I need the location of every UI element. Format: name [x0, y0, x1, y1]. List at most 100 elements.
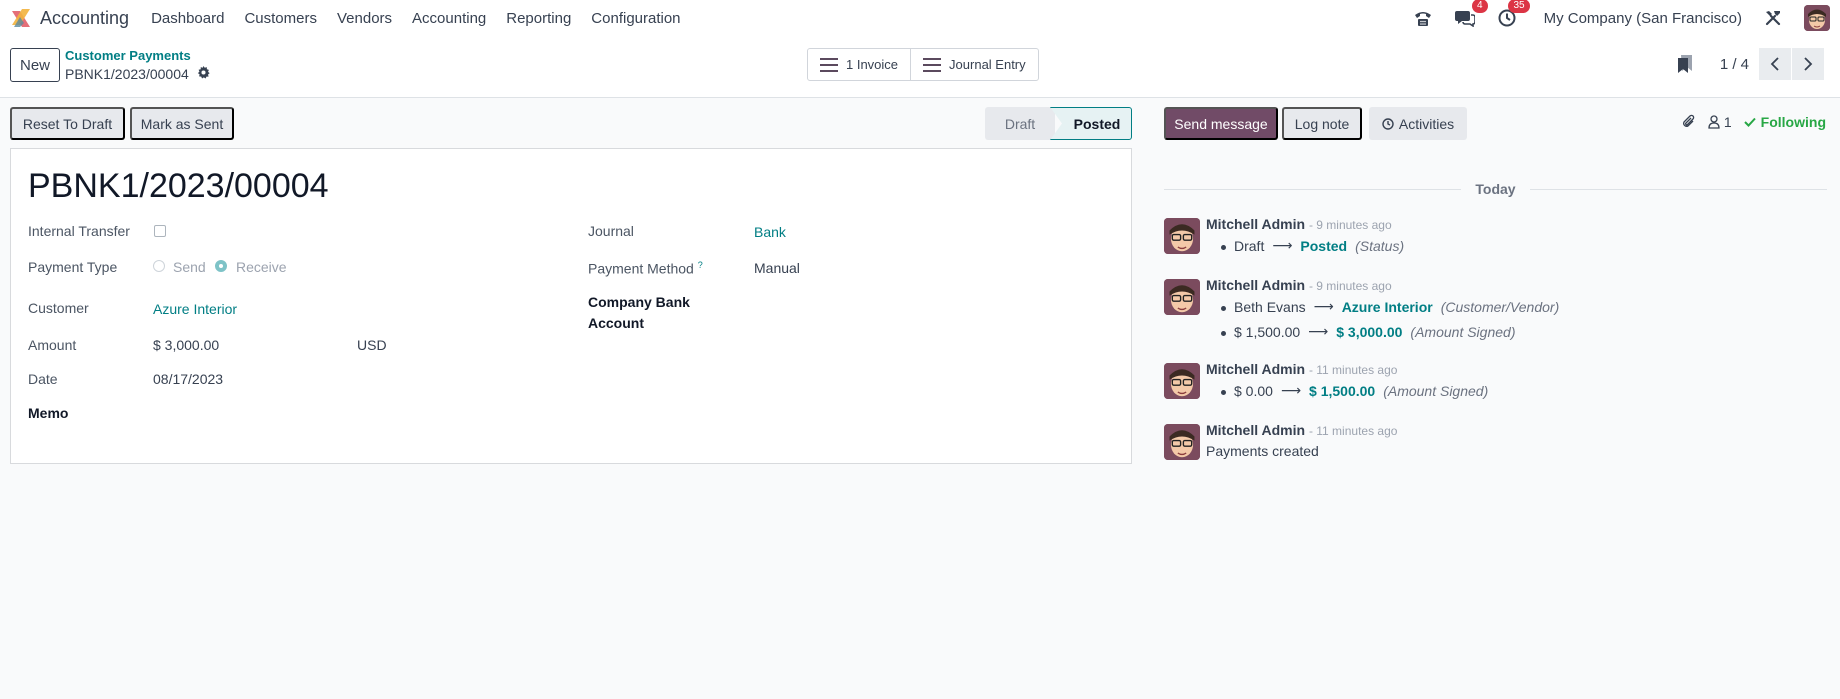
- activities-button-label: Activities: [1398, 115, 1455, 132]
- message-time: - 11 minutes ago: [1308, 363, 1398, 377]
- date-field[interactable]: 08/17/2023: [153, 371, 223, 387]
- send-message-button[interactable]: Send message: [1164, 107, 1278, 140]
- menu-configuration[interactable]: Configuration: [591, 10, 680, 27]
- date-separator: Today: [1164, 180, 1828, 198]
- menu-reporting[interactable]: Reporting: [506, 10, 571, 27]
- date-label: Date: [28, 371, 58, 387]
- author-avatar[interactable]: [1164, 218, 1200, 254]
- record-title: PBNK1/2023/00004: [28, 167, 329, 205]
- smart-buttons: 1 Invoice Journal Entry: [807, 48, 1039, 81]
- author-name[interactable]: Mitchell Admin: [1206, 216, 1305, 232]
- following-label: Following: [1760, 114, 1826, 130]
- message-author: Mitchell Admin - 11 minutes ago: [1206, 422, 1397, 438]
- author-avatar[interactable]: [1164, 363, 1200, 399]
- following-button[interactable]: Following: [1743, 114, 1826, 130]
- paperclip-icon[interactable]: [1682, 114, 1696, 130]
- chatter-topbar-right: 1 Following: [1682, 114, 1826, 130]
- customer-field[interactable]: Azure Interior: [153, 301, 237, 317]
- tracking-new-value: Posted: [1300, 237, 1348, 254]
- menu-vendors[interactable]: Vendors: [337, 10, 392, 27]
- breadcrumb-customer-payments[interactable]: Customer Payments: [65, 48, 191, 63]
- amount-field[interactable]: $ 3,000.00: [153, 337, 219, 353]
- user-icon: [1708, 115, 1720, 129]
- status-posted[interactable]: Posted: [1050, 107, 1132, 140]
- new-button[interactable]: New: [10, 48, 60, 82]
- clock-icon: [1382, 117, 1394, 130]
- author-avatar[interactable]: [1164, 424, 1200, 460]
- help-tooltip-icon[interactable]: ?: [698, 260, 703, 270]
- check-icon: [1743, 117, 1756, 127]
- internal-transfer-label: Internal Transfer: [28, 223, 130, 239]
- author-name[interactable]: Mitchell Admin: [1206, 422, 1305, 438]
- menu-dashboard[interactable]: Dashboard: [151, 10, 224, 27]
- pager: 1 / 4: [1677, 48, 1824, 80]
- activities-badge: 35: [1508, 0, 1530, 13]
- message-time: - 9 minutes ago: [1308, 218, 1392, 232]
- message-time: - 9 minutes ago: [1308, 279, 1392, 293]
- arrow-right-icon: ⟶: [1313, 298, 1334, 314]
- pager-previous-button[interactable]: [1759, 48, 1791, 80]
- payment-method-label: Payment Method ?: [588, 260, 703, 277]
- message-author: Mitchell Admin - 9 minutes ago: [1206, 216, 1392, 232]
- arrow-right-icon: ⟶: [1280, 382, 1302, 398]
- user-avatar[interactable]: [1804, 5, 1830, 31]
- message-body: Payments created: [1206, 443, 1319, 459]
- accounting-logo-icon[interactable]: [10, 7, 32, 29]
- menu-customers[interactable]: Customers: [244, 10, 317, 27]
- internal-transfer-checkbox[interactable]: [154, 225, 166, 237]
- tracking-old-value: $ 0.00: [1234, 382, 1273, 399]
- payment-method-field[interactable]: Manual: [754, 260, 800, 276]
- tracking-old-value: Beth Evans: [1234, 298, 1306, 315]
- pager-value[interactable]: 1 / 4: [1720, 56, 1749, 73]
- tracking-old-value: Draft: [1234, 237, 1265, 254]
- debug-tools-icon[interactable]: [1762, 7, 1784, 29]
- tracking-line: Draft ⟶ Posted (Status): [1220, 237, 1404, 254]
- followers-count: 1: [1723, 114, 1732, 130]
- status-draft[interactable]: Draft: [985, 107, 1055, 140]
- payment-type-receive-radio[interactable]: [215, 260, 227, 272]
- pager-next-button[interactable]: [1792, 48, 1824, 80]
- list-icon: [923, 57, 942, 72]
- message-author: Mitchell Admin - 9 minutes ago: [1206, 277, 1392, 293]
- messages-icon[interactable]: 4: [1454, 0, 1488, 29]
- chatter-message: Mitchell Admin - 9 minutes ago Beth Evan…: [1164, 277, 1827, 347]
- invoice-smart-button[interactable]: 1 Invoice: [808, 49, 910, 80]
- followers-button[interactable]: 1: [1708, 114, 1732, 130]
- company-switcher[interactable]: My Company (San Francisco): [1544, 10, 1742, 27]
- bookmark-icon[interactable]: [1677, 55, 1692, 73]
- messages-badge: 4: [1472, 0, 1488, 13]
- tracking-old-value: $ 1,500.00: [1234, 323, 1301, 340]
- mark-as-sent-button[interactable]: Mark as Sent: [130, 107, 234, 140]
- tracking-line: Beth Evans ⟶ Azure Interior (Customer/Ve…: [1220, 298, 1560, 315]
- menu-accounting[interactable]: Accounting: [412, 10, 486, 27]
- payment-type-send-radio[interactable]: [153, 260, 165, 272]
- journal-entry-smart-button[interactable]: Journal Entry: [910, 49, 1038, 80]
- message-time: - 11 minutes ago: [1308, 424, 1398, 438]
- currency-field[interactable]: USD: [357, 337, 387, 353]
- author-name[interactable]: Mitchell Admin: [1206, 277, 1305, 293]
- chatter-message: Mitchell Admin - 9 minutes ago Draft ⟶ P…: [1164, 216, 1827, 266]
- author-name[interactable]: Mitchell Admin: [1206, 361, 1305, 377]
- reset-to-draft-button[interactable]: Reset To Draft: [10, 107, 125, 140]
- breadcrumb-current-label: PBNK1/2023/00004: [65, 66, 189, 82]
- form-sheet: PBNK1/2023/00004 Internal Transfer Payme…: [10, 148, 1132, 464]
- log-note-button[interactable]: Log note: [1282, 107, 1362, 140]
- payment-type-label: Payment Type: [28, 259, 118, 275]
- list-icon: [820, 57, 838, 72]
- arrow-right-icon: ⟶: [1308, 323, 1329, 339]
- journal-label: Journal: [588, 223, 634, 239]
- company-bank-account-label-line-1: Company Bank: [588, 294, 690, 310]
- chatter-message: Mitchell Admin - 11 minutes ago $ 0.00 ⟶…: [1164, 361, 1827, 411]
- activities-clock-icon[interactable]: 35: [1496, 0, 1530, 29]
- activities-button[interactable]: Activities: [1369, 107, 1467, 140]
- memo-label: Memo: [28, 405, 69, 421]
- tracking-field-name: (Customer/Vendor): [1440, 298, 1560, 315]
- author-avatar[interactable]: [1164, 279, 1200, 315]
- app-name[interactable]: Accounting: [40, 8, 129, 29]
- arrow-right-icon: ⟶: [1272, 237, 1293, 253]
- amount-label: Amount: [28, 337, 77, 353]
- journal-field[interactable]: Bank: [754, 224, 786, 240]
- phone-icon[interactable]: [1412, 7, 1434, 29]
- gear-icon[interactable]: [197, 66, 210, 82]
- tracking-field-name: (Amount Signed): [1410, 323, 1516, 340]
